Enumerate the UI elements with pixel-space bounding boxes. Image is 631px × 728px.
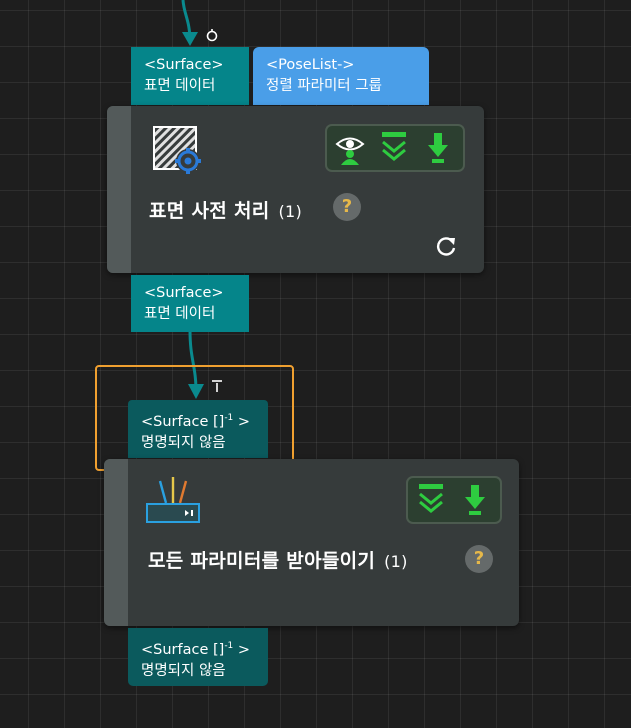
port-name: 명명되지 않음 bbox=[141, 663, 226, 679]
port-name: 표면 데이터 bbox=[144, 306, 216, 322]
chevron-down-double-icon[interactable] bbox=[379, 131, 409, 165]
node-accept-all-parameters[interactable]: 모든 파라미터를 받아들이기 (1) ? bbox=[104, 459, 519, 626]
surface-processing-icon bbox=[153, 126, 201, 174]
node-count: (1) bbox=[384, 552, 408, 571]
node-side-handle[interactable] bbox=[107, 106, 131, 273]
refresh-icon[interactable] bbox=[434, 235, 458, 259]
port-type-end: > bbox=[233, 642, 251, 658]
node-title: 모든 파라미터를 받아들이기 (1) bbox=[148, 546, 408, 573]
port-type: <Surface [] bbox=[141, 642, 225, 658]
node-toolbar bbox=[325, 124, 465, 172]
router-device-icon bbox=[146, 477, 200, 523]
download-arrow-icon[interactable] bbox=[460, 483, 490, 517]
chevron-down-double-icon[interactable] bbox=[416, 483, 446, 517]
download-arrow-icon[interactable] bbox=[423, 131, 453, 165]
node-side-handle[interactable] bbox=[104, 459, 128, 626]
port-type: <Surface> bbox=[144, 285, 224, 301]
node-surface-preprocessing[interactable]: 표면 사전 처리 (1) ? bbox=[107, 106, 484, 273]
node-title-text: 모든 파라미터를 받아들이기 bbox=[148, 550, 376, 572]
selection-highlight bbox=[95, 365, 294, 471]
port-type: <PoseList-> bbox=[266, 57, 355, 73]
port-type: <Surface> bbox=[144, 57, 224, 73]
port-name: 정렬 파라미터 그룹 bbox=[266, 78, 382, 94]
output-port-surface[interactable]: <Surface> 표면 데이터 bbox=[131, 275, 249, 332]
help-button[interactable]: ? bbox=[465, 545, 493, 573]
eye-person-icon[interactable] bbox=[333, 131, 367, 165]
input-port-poselist[interactable]: <PoseList-> 정렬 파라미터 그룹 bbox=[253, 47, 429, 105]
input-port-surface[interactable]: <Surface> 표면 데이터 bbox=[131, 47, 249, 105]
port-type-sup: -1 bbox=[224, 641, 234, 651]
node-count: (1) bbox=[278, 202, 303, 221]
node-toolbar bbox=[406, 476, 502, 524]
node-title-text: 표면 사전 처리 bbox=[149, 200, 270, 222]
help-button[interactable]: ? bbox=[333, 193, 361, 221]
output-port-unnamed[interactable]: <Surface []-1 > 명명되지 않음 bbox=[128, 628, 268, 686]
cycle-icon[interactable] bbox=[205, 28, 219, 42]
node-title: 표면 사전 처리 (1) bbox=[149, 196, 302, 223]
port-name: 표면 데이터 bbox=[144, 78, 216, 94]
